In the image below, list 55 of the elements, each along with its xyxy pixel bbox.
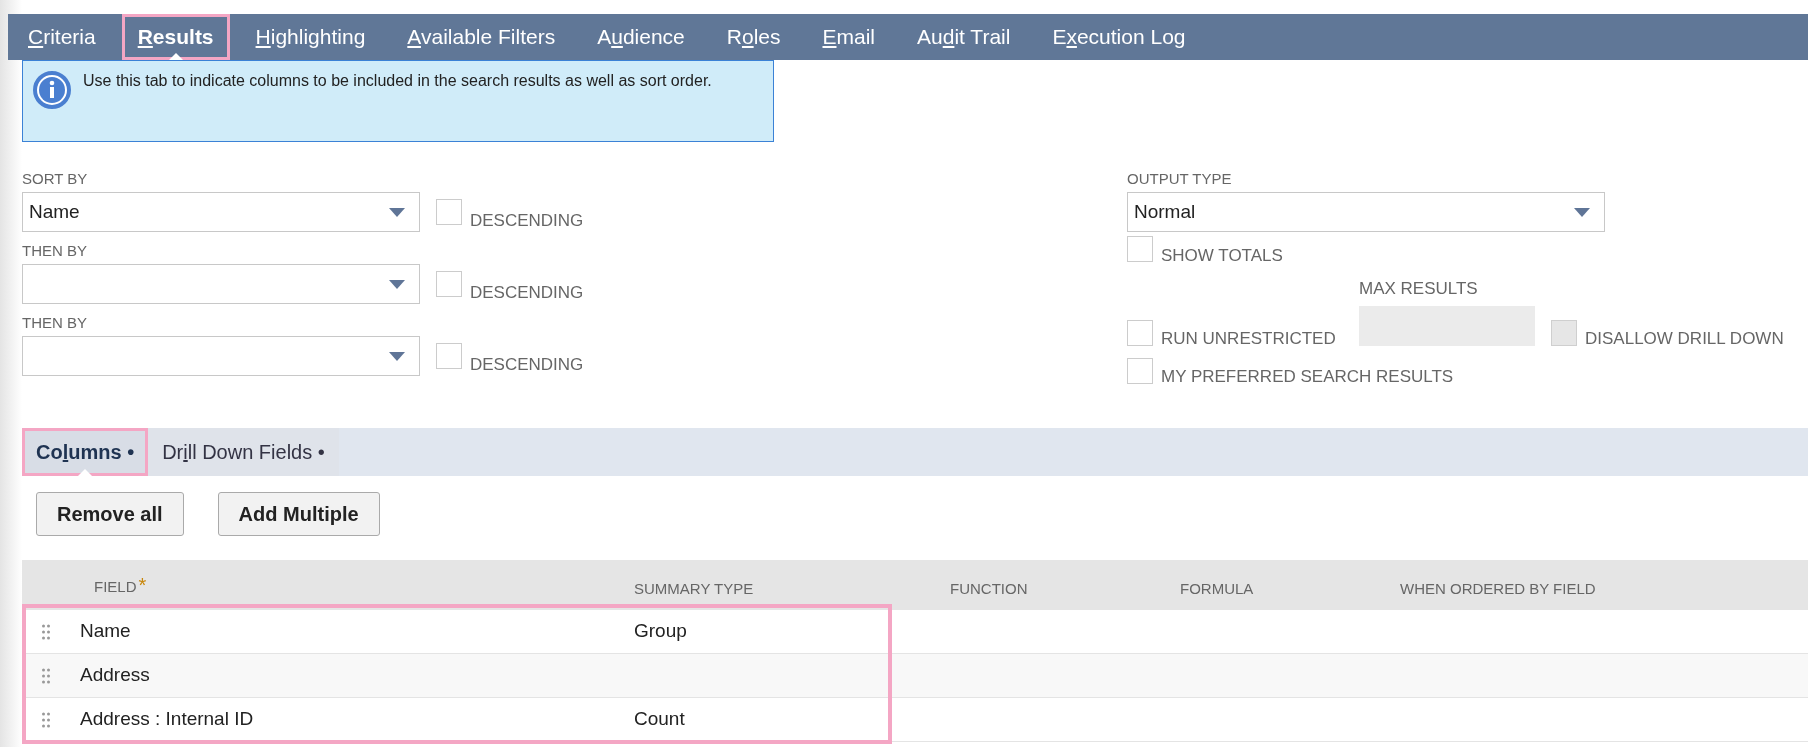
subtab[interactable]: Columns • bbox=[22, 428, 149, 476]
checkbox[interactable] bbox=[1127, 357, 1153, 384]
tab[interactable]: Highlighting bbox=[239, 14, 382, 60]
dropdown-caret-icon bbox=[389, 207, 405, 217]
drag-handle-icon[interactable] bbox=[42, 667, 50, 684]
subtab[interactable]: Drill Down Fields • bbox=[148, 428, 339, 476]
dropdown-field[interactable] bbox=[22, 336, 420, 376]
table-cell: Count bbox=[634, 708, 685, 730]
tab[interactable]: Audience bbox=[581, 14, 701, 60]
column-header: WHEN ORDERED BY FIELD bbox=[1400, 579, 1596, 597]
checkbox[interactable] bbox=[436, 199, 462, 225]
tab[interactable]: Results bbox=[121, 14, 230, 60]
table-cell-text: Address : Internal ID bbox=[80, 707, 254, 732]
checkbox-label: MY PREFERRED SEARCH RESULTS bbox=[1161, 366, 1454, 388]
tab[interactable]: Email bbox=[806, 14, 891, 60]
dropdown-field[interactable]: Normal bbox=[1127, 192, 1605, 232]
drag-handle-icon[interactable] bbox=[42, 623, 50, 640]
info-icon bbox=[33, 71, 71, 109]
tab[interactable]: Roles bbox=[710, 14, 797, 60]
dropdown-caret-icon bbox=[389, 351, 405, 361]
field-label: THEN BY bbox=[22, 242, 88, 260]
checkbox[interactable] bbox=[1127, 236, 1153, 262]
info-text: Use this tab to indicate columns to be included in the search results as well as sort order. bbox=[83, 71, 713, 91]
checkbox[interactable] bbox=[1127, 319, 1153, 346]
dropdown-caret-icon bbox=[389, 279, 405, 289]
tab[interactable]: Criteria bbox=[12, 14, 112, 60]
dropdown-caret-icon bbox=[1574, 207, 1590, 217]
field-label: SORT BY bbox=[22, 170, 89, 188]
checkbox-label: DESCENDING bbox=[470, 209, 584, 232]
column-header: FIELD bbox=[94, 578, 137, 595]
checkbox-label: DISALLOW DRILL DOWN bbox=[1585, 328, 1784, 350]
action-button[interactable]: Remove all bbox=[36, 492, 184, 536]
checkbox-label: RUN UNRESTRICTED bbox=[1161, 328, 1336, 350]
table-cell-text: Address bbox=[80, 663, 150, 688]
tab[interactable]: Audit Trail bbox=[901, 14, 1027, 60]
checkbox[interactable] bbox=[436, 271, 462, 297]
dropdown-field[interactable] bbox=[22, 264, 420, 304]
table-cell-text: Name bbox=[80, 619, 131, 644]
action-button[interactable]: Add Multiple bbox=[217, 492, 380, 536]
field-label: MAX RESULTS bbox=[1359, 278, 1479, 300]
table-cell: Group bbox=[634, 620, 687, 642]
column-header: FUNCTION bbox=[950, 579, 1028, 597]
column-header: FORMULA bbox=[1180, 579, 1254, 597]
checkbox-label: SHOW TOTALS bbox=[1161, 244, 1283, 267]
field-label: THEN BY bbox=[22, 314, 88, 332]
checkbox-label: DESCENDING bbox=[470, 281, 584, 304]
field-label: OUTPUT TYPE bbox=[1127, 170, 1233, 188]
checkbox[interactable] bbox=[436, 343, 462, 369]
column-header: SUMMARY TYPE bbox=[634, 579, 754, 597]
dropdown-field[interactable]: Name bbox=[22, 192, 420, 232]
drag-handle-icon[interactable] bbox=[42, 711, 50, 728]
checkbox-label: DESCENDING bbox=[470, 353, 584, 376]
tab[interactable]: Available Filters bbox=[391, 14, 572, 60]
required-mark: * bbox=[138, 574, 147, 596]
tab[interactable]: Execution Log bbox=[1036, 14, 1202, 60]
